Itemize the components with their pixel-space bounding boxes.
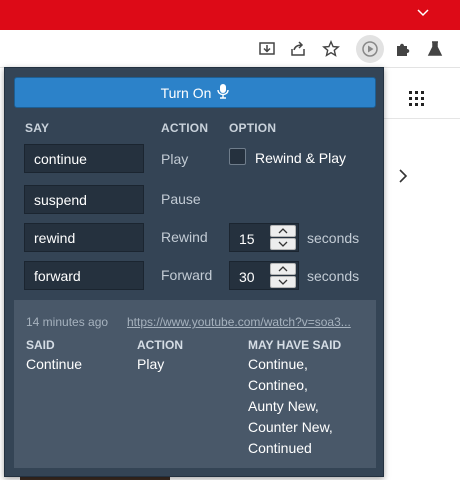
- star-icon[interactable]: [320, 38, 342, 60]
- action-label-play: Play: [161, 151, 189, 167]
- spin-up-icon[interactable]: [270, 263, 296, 275]
- header-option: OPTION: [229, 121, 277, 135]
- install-icon[interactable]: [256, 38, 278, 60]
- action-label-rewind: Rewind: [161, 229, 208, 245]
- rewind-seconds-input[interactable]: 15: [229, 223, 299, 252]
- voice-control-popup: Turn On SAY ACTION OPTION continue Play …: [4, 67, 384, 477]
- history-header-may-have-said: MAY HAVE SAID: [248, 338, 342, 352]
- action-label-pause: Pause: [161, 191, 201, 207]
- chevron-right-icon[interactable]: [398, 168, 408, 189]
- forward-seconds-value: 30: [239, 269, 255, 285]
- forward-seconds-input[interactable]: 30: [229, 261, 299, 290]
- may-have-said-item: Contineo,: [248, 377, 308, 393]
- history-panel: 14 minutes ago https://www.youtube.com/w…: [14, 300, 376, 468]
- lab-flask-icon[interactable]: [424, 38, 446, 60]
- apps-grid-icon[interactable]: [408, 90, 426, 113]
- history-action-value: Play: [137, 356, 165, 372]
- spin-up-icon[interactable]: [270, 225, 296, 237]
- say-input-rewind[interactable]: rewind: [24, 223, 144, 252]
- say-input-pause[interactable]: suspend: [24, 185, 144, 214]
- spin-down-icon[interactable]: [270, 238, 296, 250]
- say-input-play[interactable]: continue: [24, 144, 144, 173]
- share-icon[interactable]: [287, 38, 309, 60]
- history-time: 14 minutes ago: [26, 315, 109, 329]
- may-have-said-item: Continued: [248, 440, 312, 456]
- rewind-seconds-value: 15: [239, 231, 255, 247]
- turn-on-button[interactable]: Turn On: [14, 77, 376, 108]
- forward-unit-label: seconds: [307, 268, 360, 284]
- divider: [384, 118, 460, 119]
- may-have-said-list: Continue, Contineo, Aunty New, Counter N…: [248, 354, 333, 459]
- microphone-icon: [217, 83, 230, 102]
- rewind-and-play-checkbox[interactable]: [229, 148, 246, 165]
- header-say: SAY: [25, 121, 50, 135]
- history-header-action: ACTION: [137, 338, 183, 352]
- chevron-down-icon[interactable]: [416, 5, 432, 21]
- rewind-unit-label: seconds: [307, 230, 360, 246]
- history-said-value: Continue: [26, 356, 83, 372]
- history-url-link[interactable]: https://www.youtube.com/watch?v=soa3...: [127, 315, 372, 329]
- may-have-said-item: Continue,: [248, 356, 308, 372]
- extension-play-icon[interactable]: [356, 35, 384, 63]
- browser-toolbar: [0, 30, 460, 68]
- turn-on-label: Turn On: [160, 84, 212, 101]
- spin-down-icon[interactable]: [270, 276, 296, 288]
- say-input-forward[interactable]: forward: [24, 261, 144, 290]
- action-label-forward: Forward: [161, 267, 213, 283]
- top-red-bar: [0, 0, 460, 30]
- header-action: ACTION: [161, 121, 209, 135]
- puzzle-icon[interactable]: [392, 38, 414, 60]
- history-header-said: SAID: [26, 338, 55, 352]
- rewind-and-play-label: Rewind & Play: [255, 150, 347, 166]
- may-have-said-item: Aunty New,: [248, 398, 319, 414]
- may-have-said-item: Counter New,: [248, 419, 333, 435]
